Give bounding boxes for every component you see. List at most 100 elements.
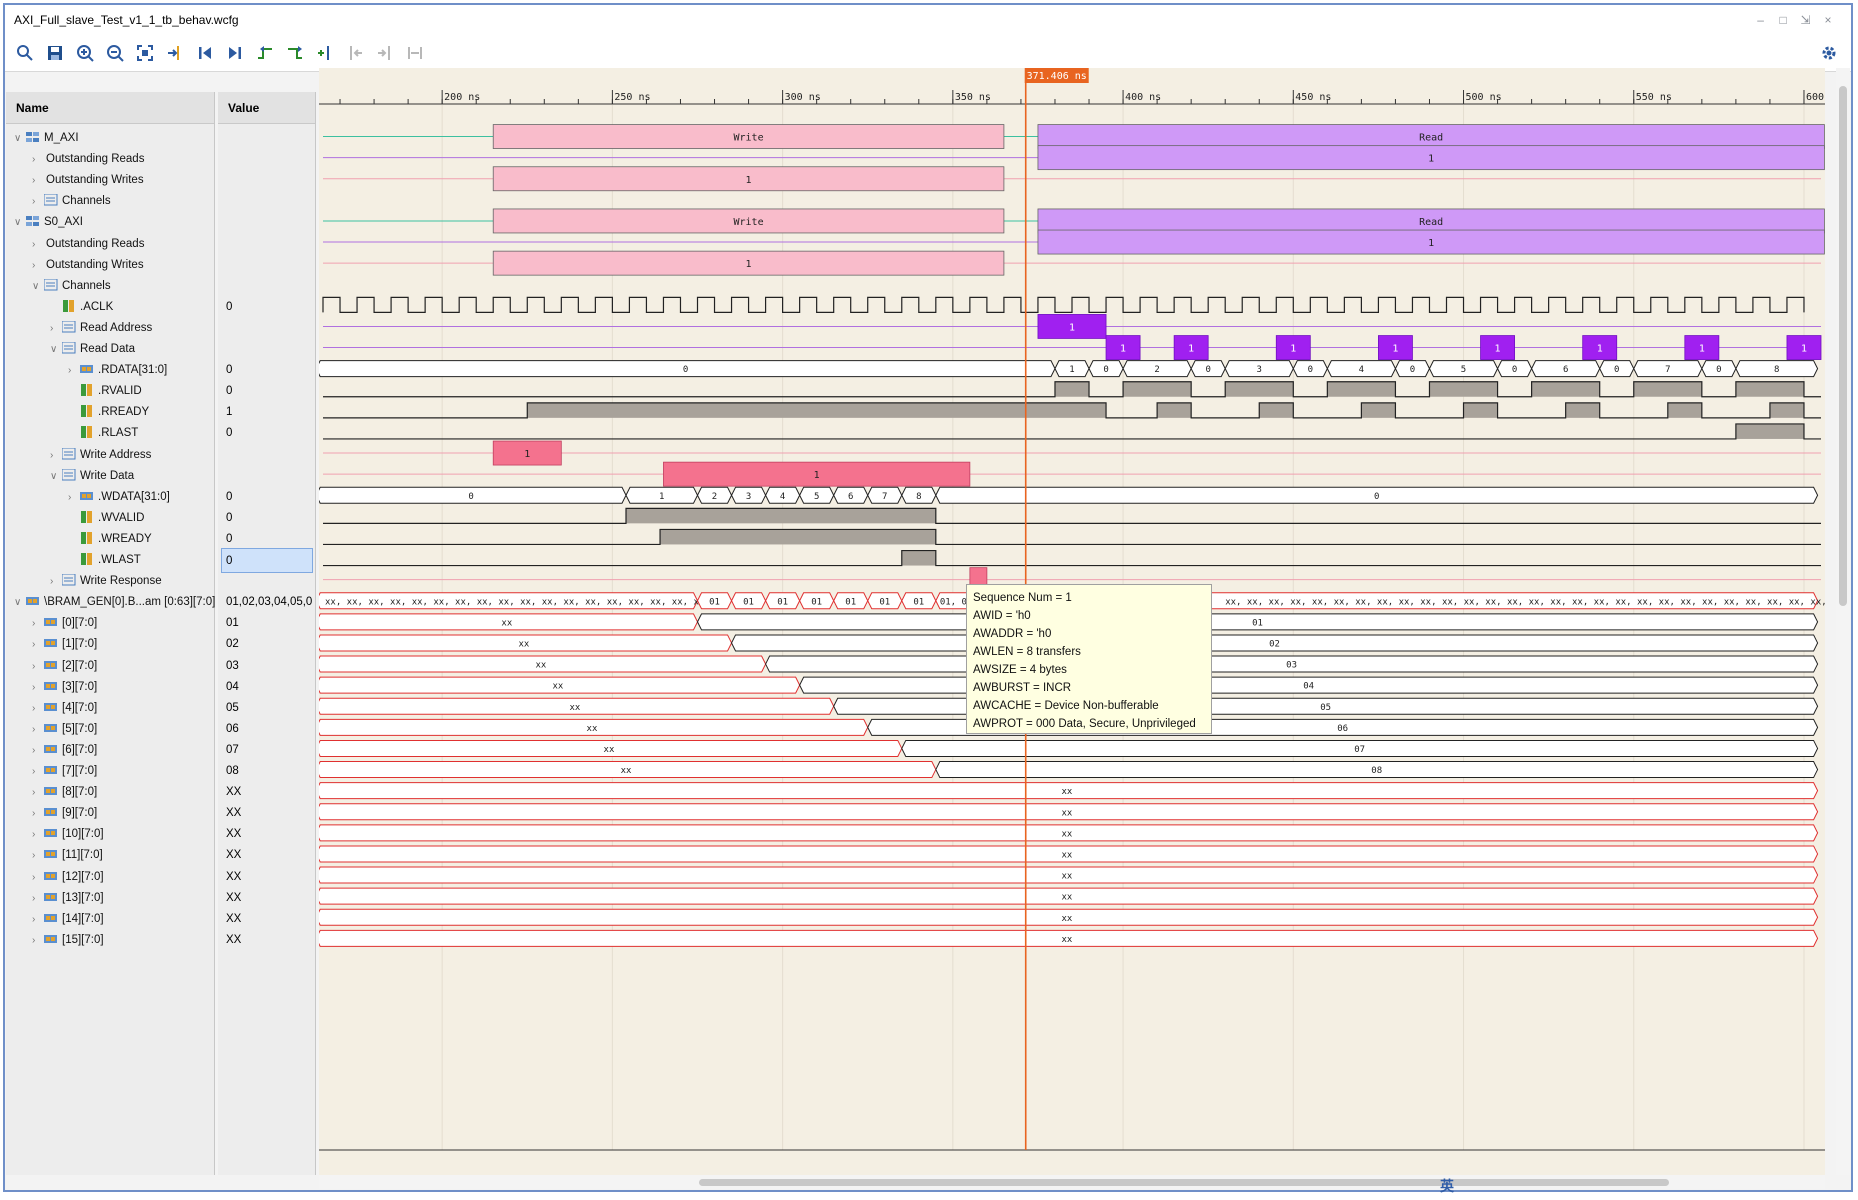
write-data-burst-label: 1 [814, 470, 820, 481]
channel-icon [43, 276, 58, 291]
rdata-value-label: 8 [1774, 365, 1779, 375]
bus-icon [44, 613, 58, 627]
go-to-start-icon[interactable] [193, 41, 217, 65]
bram-word-undefined-label: xx [1061, 872, 1072, 882]
bram-word-undefined-label: xx [1061, 808, 1072, 818]
signal-icon [80, 508, 94, 523]
tooltip-line: AWADDR = 'h0 [973, 628, 1052, 640]
bram-bus-update-label: 01 [913, 597, 924, 607]
bram-word-undefined-label: xx [518, 639, 529, 649]
expand-toggle-icon[interactable]: › [32, 928, 42, 953]
signal-name: .RDATA[31:0] [98, 364, 168, 377]
wdata-value-label: 0 [468, 492, 473, 502]
group-icon [26, 128, 40, 142]
value-column-header[interactable]: Value [218, 92, 315, 124]
window-controls: – □ ⇲ × [1752, 11, 1837, 29]
m-axi-outstanding-read-label: 1 [1428, 154, 1434, 165]
rready-waveform-high-fill [1667, 402, 1702, 418]
bram-bus-update-label: 01 [879, 597, 890, 607]
add-marker-icon[interactable] [313, 41, 337, 65]
ruler-tick-label: 350 ns [955, 92, 991, 103]
rready-waveform-high-fill [1259, 402, 1294, 418]
zoom-out-icon[interactable] [103, 41, 127, 65]
ruler-tick-label: 600 ns [1806, 92, 1825, 103]
signal-name: [12][7:0] [62, 870, 104, 883]
signal-name: Outstanding Writes [46, 258, 144, 271]
float-button[interactable]: ⇲ [1797, 13, 1815, 27]
minimize-button[interactable]: – [1752, 13, 1770, 27]
bram-word-undefined-label: xx [535, 661, 546, 671]
bram-word-value-label: 08 [1371, 766, 1382, 776]
bram-bus-update-label: 01 [811, 597, 822, 607]
rvalid-waveform-high-fill [1735, 381, 1804, 397]
name-column-header[interactable]: Name [6, 92, 214, 124]
bram-bus-value-label: xx, xx, xx, xx, xx, xx, xx, xx, xx, xx, … [325, 597, 743, 607]
signal-row[interactable]: › [15][7:0] [6, 928, 104, 953]
rdata-value-label: 3 [1257, 365, 1262, 375]
vertical-scroll-thumb[interactable] [1839, 86, 1847, 606]
swap-cursors-icon[interactable] [403, 41, 427, 65]
previous-transition-icon[interactable] [253, 41, 277, 65]
title-bar: AXI_Full_slave_Test_v1_1_tb_behav.wcfg –… [5, 5, 1851, 35]
vertical-scrollbar[interactable] [1836, 68, 1850, 1175]
toolbar [5, 35, 1851, 72]
bram-word-value-label: 02 [1269, 639, 1280, 649]
bus-icon [44, 698, 58, 711]
signal-name: [8][7:0] [62, 786, 98, 799]
transaction-tooltip: Sequence Num = 1 AWID = 'h0 AWADDR = 'h0… [966, 584, 1212, 734]
bram-word-undefined-label: xx [587, 724, 598, 734]
bram-word-undefined-label: xx [552, 682, 563, 692]
signal-name: Write Data [80, 469, 135, 482]
next-marker-icon[interactable] [373, 41, 397, 65]
signal-icon [80, 550, 94, 565]
ruler-tick-label: 400 ns [1125, 92, 1161, 103]
zoom-fit-icon[interactable] [133, 41, 157, 65]
rready-waveform-high-fill [1769, 402, 1804, 418]
previous-marker-icon[interactable] [343, 41, 367, 65]
bram-bus-update-label: 01 [777, 597, 788, 607]
signal-name: Outstanding Reads [46, 237, 145, 250]
channel-icon [61, 339, 76, 354]
gear-icon[interactable] [1817, 41, 1841, 65]
bus-icon [44, 803, 58, 817]
signal-name: [2][7:0] [62, 659, 98, 672]
zoom-in-icon[interactable] [73, 41, 97, 65]
bus-icon [44, 888, 58, 901]
signal-name: [11][7:0] [62, 849, 103, 862]
wdata-value-label: 2 [712, 492, 717, 502]
read-data-beat-label: 1 [1597, 344, 1603, 355]
search-icon[interactable] [13, 41, 37, 65]
maximize-button[interactable]: □ [1774, 13, 1792, 27]
signal-name: Write Response [80, 575, 162, 588]
s0-axi-outstanding-read-label: 1 [1428, 238, 1434, 249]
bram-bus-update-label: 01 [709, 597, 720, 607]
read-data-beat-label: 1 [1120, 344, 1126, 355]
bus-icon [44, 740, 58, 753]
signal-name: .WREADY [98, 532, 152, 545]
bram-word-undefined-label: xx [1061, 914, 1072, 924]
signal-name: Channels [62, 195, 111, 208]
wdata-value-label: 1 [659, 492, 664, 502]
rdata-value-label: 0 [1410, 365, 1415, 375]
close-button[interactable]: × [1819, 13, 1837, 27]
signal-name: [3][7:0] [62, 680, 98, 693]
go-to-cursor-icon[interactable] [163, 41, 187, 65]
horizontal-scrollbar[interactable] [319, 1175, 1825, 1189]
bus-icon [44, 677, 58, 690]
signal-name: Outstanding Reads [46, 153, 145, 166]
ime-indicator[interactable]: 英 [1440, 1176, 1454, 1196]
go-to-end-icon[interactable] [223, 41, 247, 65]
rdata-value-label: 0 [1716, 365, 1721, 375]
bram-word-undefined-label: xx [604, 745, 615, 755]
bus-icon [26, 592, 40, 606]
rdata-value-label: 6 [1563, 365, 1568, 375]
horizontal-scroll-thumb[interactable] [699, 1179, 1669, 1186]
ruler-tick-label: 500 ns [1466, 92, 1502, 103]
save-icon[interactable] [43, 41, 67, 65]
channel-icon [61, 318, 76, 333]
bus-icon [44, 634, 58, 648]
tooltip-line: AWCACHE = Device Non-bufferable [973, 700, 1159, 712]
next-transition-icon[interactable] [283, 41, 307, 65]
rvalid-waveform-high-fill [1531, 381, 1600, 397]
rvalid-waveform-high-fill [1633, 381, 1702, 397]
